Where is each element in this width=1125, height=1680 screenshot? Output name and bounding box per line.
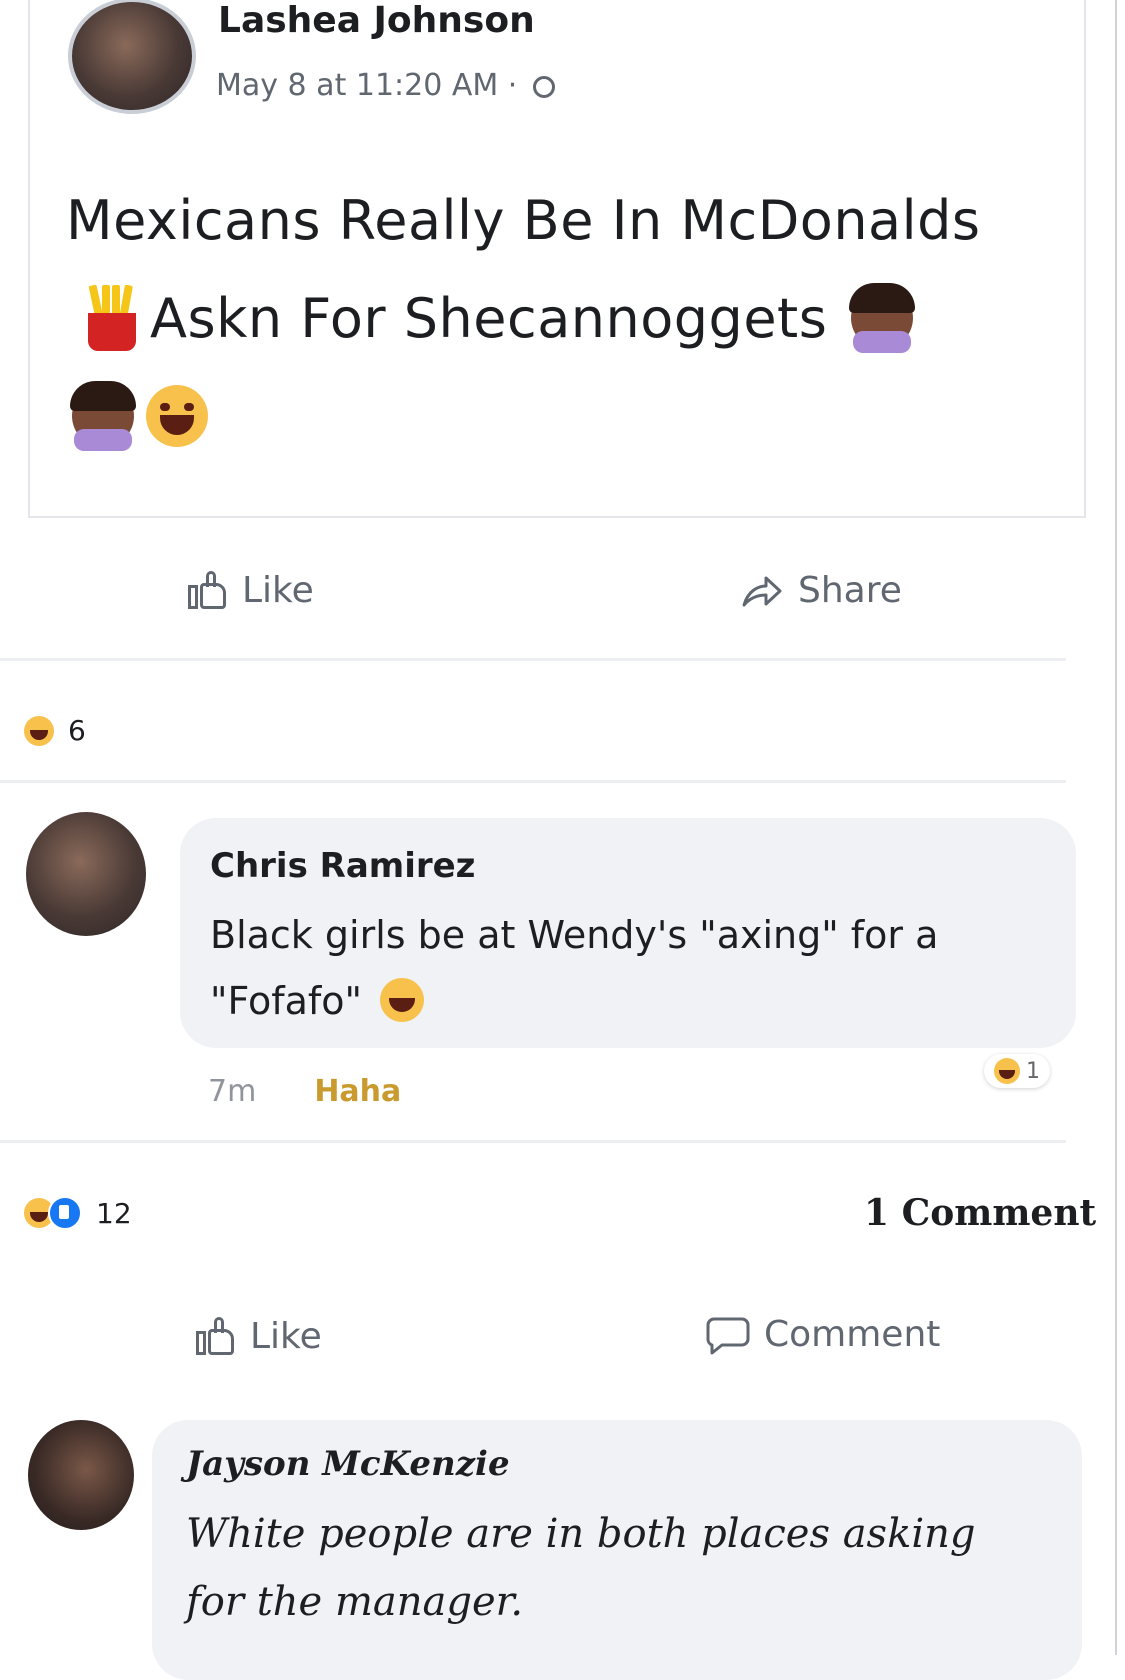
post-meta-text: May 8 at 11:20 AM · [216, 68, 527, 103]
like-reaction-icon [48, 1196, 82, 1230]
divider [0, 1140, 1066, 1143]
commenter-name[interactable]: Chris Ramirez [210, 846, 475, 886]
thumbs-up-icon [196, 1316, 236, 1357]
facepalm-icon [849, 283, 916, 353]
share-label: Share [798, 570, 902, 611]
comment-icon [706, 1315, 750, 1355]
globe-icon [532, 76, 555, 98]
comment-text: Black girls be at Wendy's "axing" for a … [210, 902, 1030, 1034]
commenter-avatar[interactable] [28, 1420, 134, 1530]
share-button[interactable]: Share [740, 570, 902, 611]
summary-reaction-count: 12 [96, 1196, 132, 1230]
laughing-icon [380, 978, 425, 1022]
commenter-name[interactable]: Jayson McKenzie [186, 1444, 510, 1484]
author-avatar[interactable] [68, 0, 196, 114]
post-text-part2: Askn For Shecannoggets [150, 287, 828, 350]
comment-reaction-count: 1 [1026, 1058, 1040, 1084]
comment-age[interactable]: 7m [208, 1074, 256, 1109]
like-label: Like [250, 1316, 322, 1357]
post-timestamp[interactable]: May 8 at 11:20 AM · [216, 68, 555, 103]
post-reactions[interactable]: 6 [24, 714, 86, 747]
divider [0, 658, 1066, 661]
comment-button[interactable]: Comment [706, 1314, 940, 1355]
summary-reactions[interactable]: 12 [24, 1196, 132, 1230]
comment-meta: 7m Haha [208, 1074, 401, 1109]
comments-count-link[interactable]: 1 Comment [864, 1192, 1096, 1234]
like-button[interactable]: Like [188, 570, 314, 611]
share-icon [740, 573, 784, 609]
divider [0, 780, 1066, 783]
like-button[interactable]: Like [196, 1316, 322, 1357]
comment-label: Comment [764, 1314, 941, 1355]
laughing-icon [146, 385, 208, 447]
haha-reaction-link[interactable]: Haha [314, 1074, 401, 1109]
right-edge-border [1115, 0, 1117, 1655]
like-label: Like [242, 570, 314, 611]
post-author-name[interactable]: Lashea Johnson [218, 0, 535, 41]
reaction-count: 6 [68, 714, 86, 747]
comment-text: White people are in both places asking f… [186, 1511, 976, 1625]
comment-text-body: Black girls be at Wendy's "axing" for a … [210, 913, 939, 1023]
comment-reaction-pill[interactable]: 1 [984, 1054, 1050, 1088]
haha-icon [24, 715, 54, 746]
shrug-icon [70, 381, 136, 451]
thumbs-up-icon [188, 570, 228, 611]
fries-icon [84, 284, 140, 351]
commenter-avatar[interactable] [26, 812, 146, 936]
post-body: Mexicans Really Be In McDonalds Askn For… [66, 172, 986, 466]
haha-icon [994, 1058, 1020, 1084]
post-text-part1: Mexicans Really Be In McDonalds [66, 189, 981, 252]
